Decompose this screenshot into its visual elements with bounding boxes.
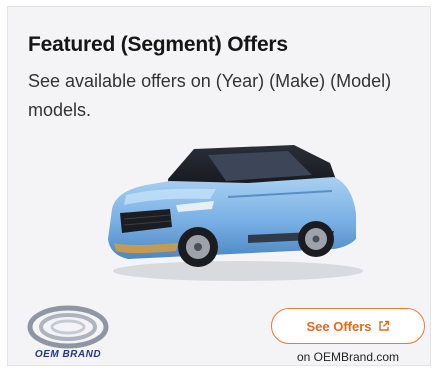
see-offers-button[interactable]: See Offers [271, 308, 425, 344]
offer-title: Featured (Segment) Offers [28, 33, 288, 56]
brand-name: OEM BRAND [34, 349, 102, 360]
offer-card: Featured (Segment) Offers See available … [7, 6, 431, 366]
see-offers-label: See Offers [306, 318, 372, 334]
external-link-icon [378, 320, 389, 331]
car-image [108, 145, 363, 281]
offer-description: See available offers on (Year) (Make) (M… [28, 71, 392, 120]
offer-source: on OEMBrand.com [296, 350, 400, 364]
